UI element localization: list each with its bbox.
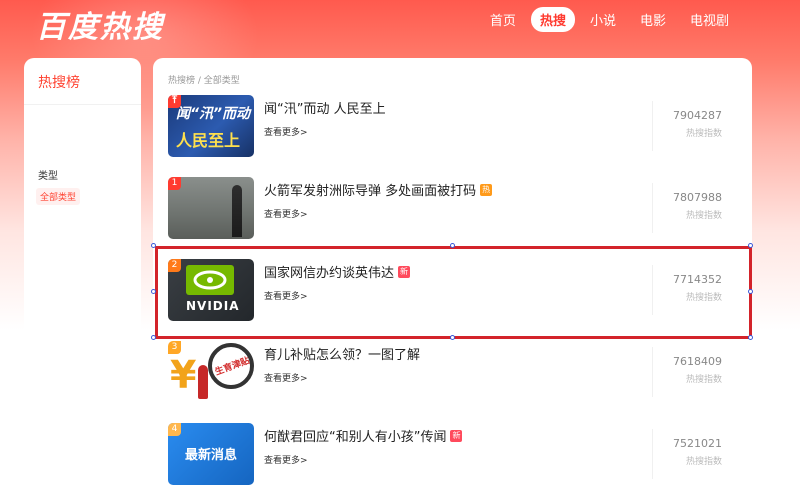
type-label: 类型 <box>38 171 58 182</box>
rank-badge: 2 <box>168 259 181 272</box>
thumb-caption: 人民至上 <box>176 131 241 150</box>
hot-score-label: 热搜指数 <box>685 211 722 221</box>
hot-score-label: 热搜指数 <box>685 129 722 139</box>
nav-home[interactable]: 首页 <box>481 7 525 32</box>
item-title[interactable]: 育儿补贴怎么领？一图了解 <box>264 344 420 363</box>
item-thumbnail[interactable]: 3 ¥ 生育津贴 <box>168 341 254 403</box>
sidebar-title: 热搜榜 <box>38 75 80 91</box>
nav-novel[interactable]: 小说 <box>581 7 625 32</box>
type-filter-all[interactable]: 全部类型 <box>36 188 81 205</box>
sidebar-divider <box>24 104 141 105</box>
item-thumbnail[interactable]: 1 <box>168 177 254 239</box>
resize-handle[interactable] <box>151 243 156 248</box>
hot-list-item[interactable]: 3 ¥ 生育津贴 育儿补贴怎么领？一图了解 查看更多> 7618409 热搜指数 <box>168 341 736 407</box>
item-title[interactable]: 闻“汛”而动 人民至上 <box>264 98 386 117</box>
resize-handle[interactable] <box>748 335 753 340</box>
magnifier-icon: 生育津贴 <box>208 343 254 389</box>
see-more-link[interactable]: 查看更多> <box>264 207 308 220</box>
hot-list-item[interactable]: 1 火箭军发射洲际导弹 多处画面被打码 热 查看更多> 7807988 热搜指数 <box>168 177 736 243</box>
resize-handle[interactable] <box>450 335 455 340</box>
baidu-hot-logo[interactable]: 百度热搜 <box>36 2 164 46</box>
item-thumbnail[interactable]: 闻“汛”而动 人民至上 <box>168 95 254 157</box>
sidebar: 热搜榜 类型 全部类型 <box>24 58 141 500</box>
see-more-link[interactable]: 查看更多> <box>264 125 308 138</box>
nav-tv[interactable]: 电视剧 <box>681 7 738 32</box>
resize-handle[interactable] <box>151 335 156 340</box>
hot-list-item[interactable]: 闻“汛”而动 人民至上 闻“汛”而动 人民至上 查看更多> 7904287 热搜… <box>168 95 736 161</box>
yuan-symbol: ¥ <box>170 353 197 397</box>
hot-score: 7618409 <box>673 355 722 368</box>
nav-movie[interactable]: 电影 <box>631 7 675 32</box>
thumb-caption: 生育津贴 <box>213 356 252 378</box>
hot-score: 7714352 <box>673 273 722 286</box>
top-nav: 首页 热搜 小说 电影 电视剧 <box>481 7 738 32</box>
resize-handle[interactable] <box>151 289 156 294</box>
thumb-caption: NVIDIA <box>186 299 240 313</box>
rank-badge: 4 <box>168 423 181 436</box>
item-title[interactable]: 国家网信办约谈英伟达 新 <box>264 262 411 281</box>
nav-hot[interactable]: 热搜 <box>530 7 575 32</box>
pin-icon <box>168 95 181 108</box>
hot-badge: 热 <box>480 183 493 196</box>
resize-handle[interactable] <box>748 289 753 294</box>
hot-score: 7521021 <box>673 437 722 450</box>
person-figure <box>198 365 208 399</box>
resize-handle[interactable] <box>450 243 455 248</box>
hot-score-label: 热搜指数 <box>685 457 722 467</box>
item-title[interactable]: 火箭军发射洲际导弹 多处画面被打码 热 <box>264 180 493 199</box>
rank-badge: 1 <box>168 177 181 190</box>
nvidia-logo-icon <box>186 265 234 295</box>
thumb-caption: 闻“汛”而动 <box>176 106 251 122</box>
item-thumbnail[interactable]: 2 NVIDIA <box>168 259 254 321</box>
see-more-link[interactable]: 查看更多> <box>264 453 308 466</box>
hot-score: 7807988 <box>673 191 722 204</box>
missile-silhouette <box>232 185 242 237</box>
hot-score: 7904287 <box>673 109 722 122</box>
new-badge: 新 <box>398 265 411 278</box>
item-title[interactable]: 何猷君回应“和别人有小孩”传闻 新 <box>264 426 463 445</box>
thumb-caption: 最新消息 <box>184 448 237 463</box>
hot-score-label: 热搜指数 <box>685 293 722 303</box>
hot-list-item[interactable]: 2 NVIDIA 国家网信办约谈英伟达 新 查看更多> 7714352 热搜指数 <box>168 259 736 325</box>
see-more-link[interactable]: 查看更多> <box>264 289 308 302</box>
hot-list-panel: 热搜榜 / 全部类型 闻“汛”而动 人民至上 闻“汛”而动 人民至上 查看更多>… <box>153 58 752 500</box>
rank-badge: 3 <box>168 341 181 354</box>
hot-list-item[interactable]: 4 最新消息 何猷君回应“和别人有小孩”传闻 新 查看更多> 7521021 热… <box>168 423 736 489</box>
resize-handle[interactable] <box>748 243 753 248</box>
item-thumbnail[interactable]: 4 最新消息 <box>168 423 254 485</box>
hot-score-label: 热搜指数 <box>685 375 722 385</box>
new-badge: 新 <box>450 429 463 442</box>
breadcrumb: 热搜榜 / 全部类型 <box>168 76 240 86</box>
see-more-link[interactable]: 查看更多> <box>264 371 308 384</box>
